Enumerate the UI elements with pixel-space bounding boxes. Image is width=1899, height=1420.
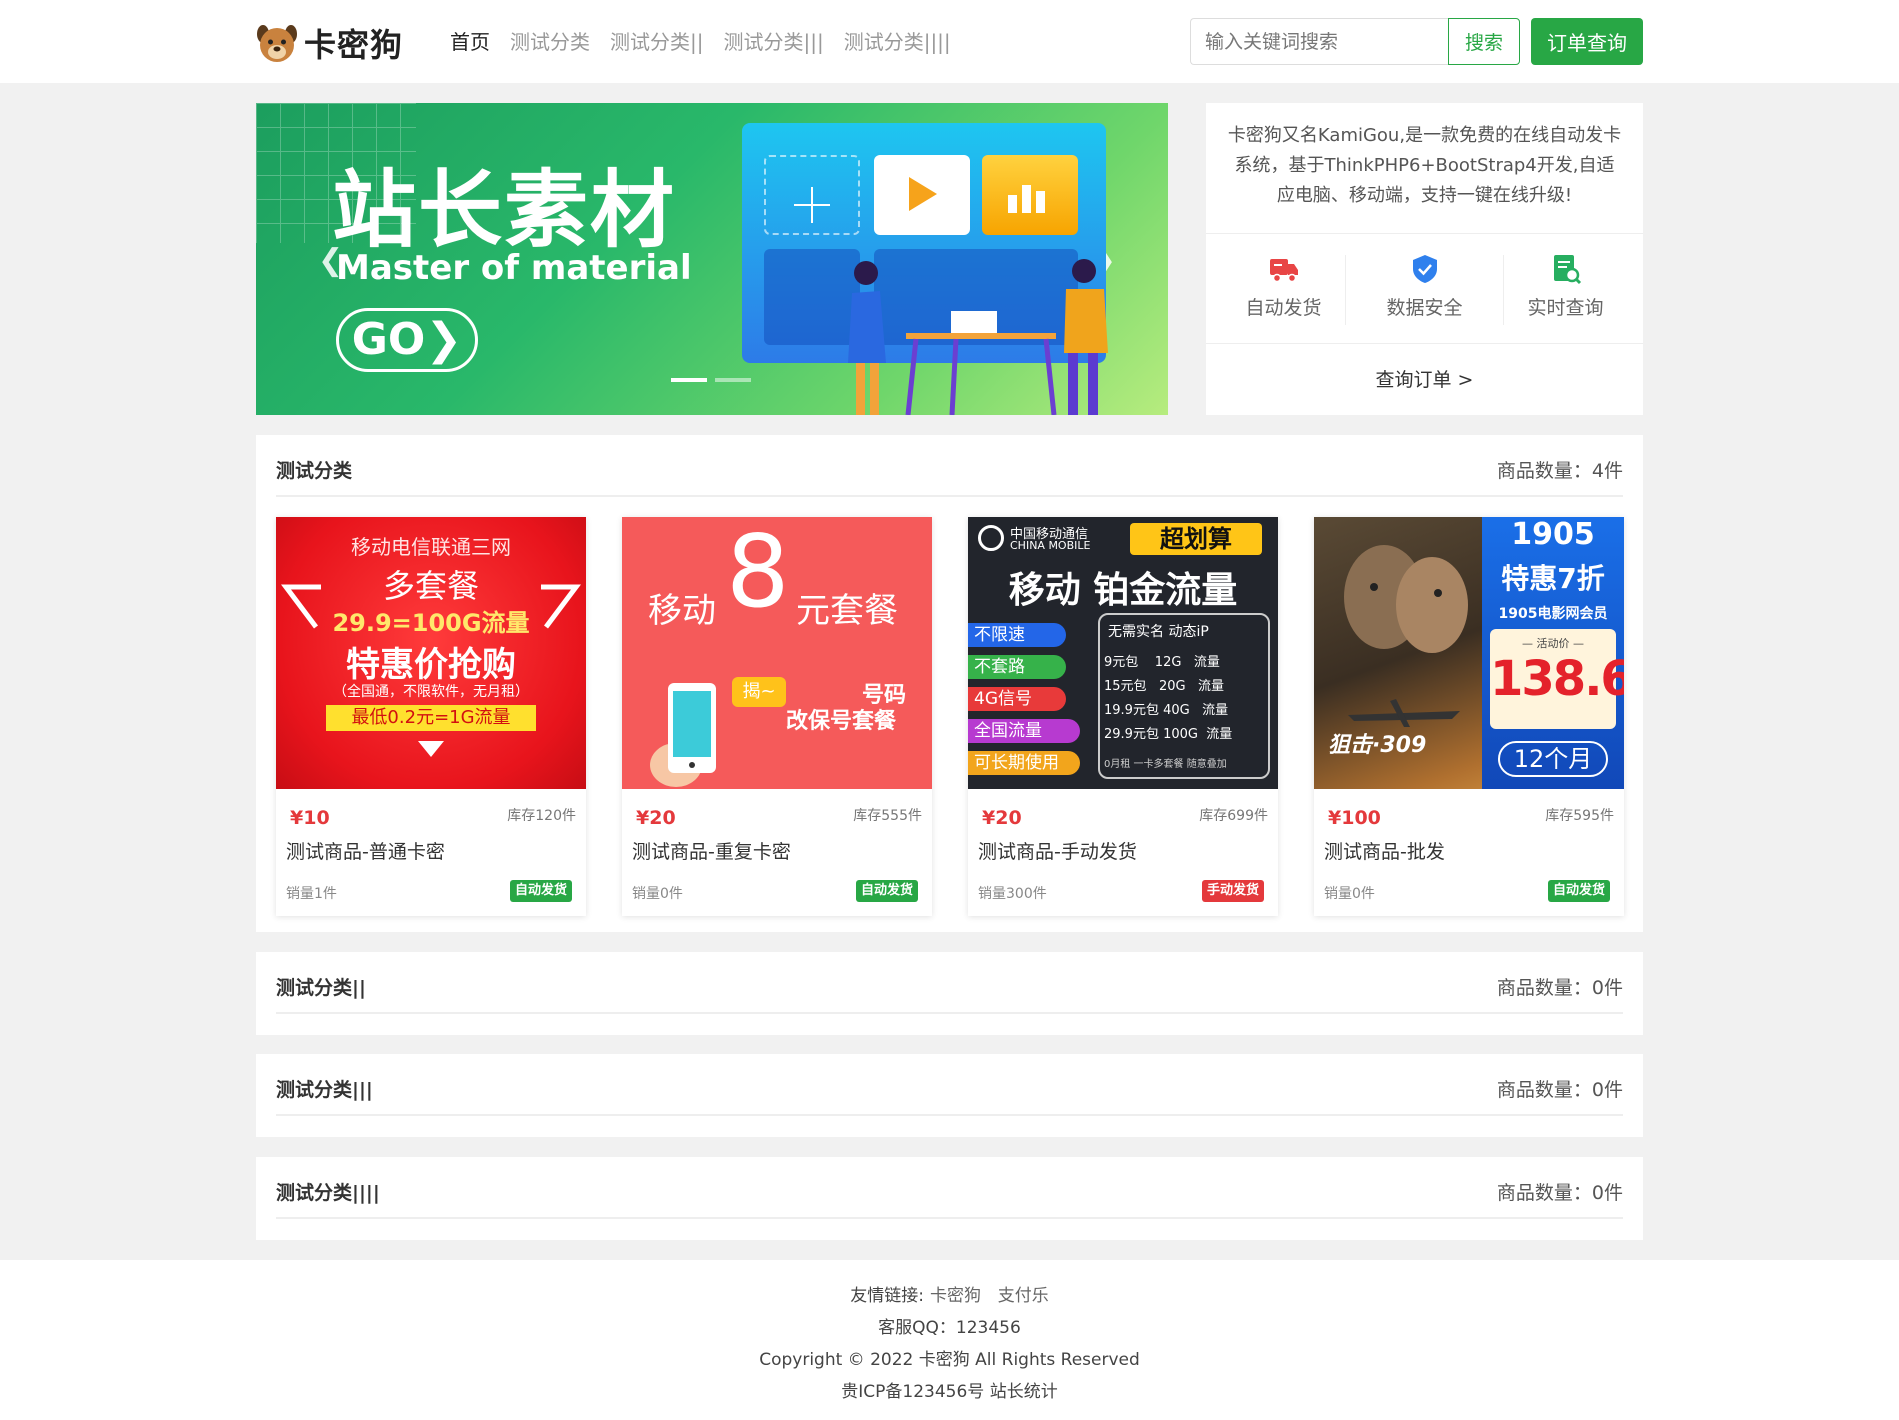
truck-icon [1268, 253, 1300, 285]
search-button[interactable]: 搜索 [1448, 18, 1520, 65]
footer-icp[interactable]: 贵ICP备123456号 站长统计 [0, 1377, 1899, 1402]
nav-item-category-1[interactable]: 测试分类 [510, 28, 590, 56]
section-product-count: 商品数量：0件 [1496, 1182, 1623, 1204]
footer-qq: 客服QQ：123456 [878, 1318, 1021, 1338]
banner-carousel[interactable]: 站长素材 Master of material GO❯ ❮ ❯ [256, 103, 1168, 415]
top-navbar: 卡密狗 首页 测试分类 测试分类|| 测试分类||| 测试分类|||| 搜索 订… [0, 0, 1899, 83]
product-card[interactable]: 中国移动通信 CHINA MOBILE 超划算 移动 铂金流量 不限速 不套路 … [968, 517, 1278, 916]
carousel-indicator-2[interactable] [715, 378, 751, 382]
logo-text: 卡密狗 [304, 26, 404, 64]
footer-copyright: Copyright © 2022 卡密狗 All Rights Reserved [759, 1350, 1140, 1370]
product-price: ¥20 [982, 807, 1022, 829]
product-name[interactable]: 测试商品-批发 [1324, 837, 1445, 864]
nav-item-home[interactable]: 首页 [450, 28, 490, 56]
friend-links: 友情链接: 卡密狗 支付乐 [0, 1281, 1899, 1306]
section-title[interactable]: 测试分类|| [276, 973, 366, 1000]
product-sales: 销量1件 [286, 886, 337, 902]
main-nav: 首页 测试分类 测试分类|| 测试分类||| 测试分类|||| [450, 28, 971, 56]
banner-subtitle: Master of material [336, 248, 692, 288]
carousel-indicators [671, 378, 759, 382]
feature-realtime-query: 实时查询 [1493, 253, 1638, 320]
feature-auto-delivery: 自动发货 [1211, 253, 1356, 320]
delivery-badge: 手动发货 [1201, 880, 1264, 902]
product-sales: 销量0件 [1324, 886, 1375, 902]
site-description: 卡密狗又名KamiGou,是一款免费的在线自动发卡系统，基于ThinkPHP6+… [1227, 125, 1622, 206]
product-name[interactable]: 测试商品-重复卡密 [632, 837, 791, 864]
product-card[interactable]: 1905 特惠7折 1905电影网会员 — 活动价 — 138.6 12个月 狙… [1314, 517, 1624, 916]
search-form: 搜索 [1190, 18, 1520, 65]
section-product-count: 商品数量：0件 [1496, 977, 1623, 999]
section-header: 测试分类|| 商品数量：0件 [276, 952, 1623, 1014]
product-card[interactable]: 移动 8 元套餐 揭~ 号码 改保号套餐 ¥20 库存555件 测试商品-重复卡… [622, 517, 932, 916]
category-section-4: 测试分类|||| 商品数量：0件 [256, 1157, 1643, 1240]
query-order-link[interactable]: 查询订单 > [1206, 365, 1643, 392]
category-section-2: 测试分类|| 商品数量：0件 [256, 952, 1643, 1035]
feature-data-security: 数据安全 [1352, 253, 1497, 320]
product-card[interactable]: 移动电信联通三网 多套餐 29.9=100G流量 特惠价抢购 （全国通，不限软件… [276, 517, 586, 916]
order-query-button[interactable]: 订单查询 [1531, 18, 1643, 65]
divider [1206, 233, 1643, 234]
page-footer: 友情链接: 卡密狗 支付乐 客服QQ：123456 Copyright © 202… [0, 1260, 1899, 1420]
delivery-badge: 自动发货 [509, 880, 572, 902]
feature-label: 实时查询 [1527, 297, 1604, 319]
product-stock: 库存699件 [1199, 808, 1268, 824]
dog-logo-icon [256, 22, 298, 64]
product-image: 1905 特惠7折 1905电影网会员 — 活动价 — 138.6 12个月 狙… [1314, 517, 1624, 789]
section-product-count: 商品数量：0件 [1496, 1079, 1623, 1101]
product-price: ¥20 [636, 807, 676, 829]
nav-item-category-3[interactable]: 测试分类||| [723, 28, 823, 56]
friend-links-label: 友情链接: [850, 1286, 924, 1306]
nav-item-category-4[interactable]: 测试分类|||| [844, 28, 951, 56]
divider [1345, 255, 1346, 325]
banner-go-button[interactable]: GO❯ [336, 308, 478, 372]
friend-link-zhifule[interactable]: 支付乐 [998, 1286, 1049, 1306]
product-price: ¥10 [290, 807, 330, 829]
carousel-indicator-1[interactable] [671, 378, 707, 382]
section-title[interactable]: 测试分类||| [276, 1075, 373, 1102]
section-header: 测试分类||| 商品数量：0件 [276, 1054, 1623, 1116]
product-stock: 库存555件 [853, 808, 922, 824]
product-image: 移动 8 元套餐 揭~ 号码 改保号套餐 [622, 517, 932, 789]
section-title[interactable]: 测试分类|||| [276, 1178, 380, 1205]
section-header: 测试分类 商品数量：4件 [276, 435, 1623, 497]
shield-icon [1409, 253, 1441, 285]
product-image: 移动电信联通三网 多套餐 29.9=100G流量 特惠价抢购 （全国通，不限软件… [276, 517, 586, 789]
product-sales: 销量0件 [632, 886, 683, 902]
delivery-badge: 自动发货 [1547, 880, 1610, 902]
nav-item-category-2[interactable]: 测试分类|| [610, 28, 703, 56]
product-stock: 库存595件 [1545, 808, 1614, 824]
delivery-badge: 自动发货 [855, 880, 918, 902]
carousel-prev-icon[interactable]: ❮ [318, 243, 343, 278]
product-image: 中国移动通信 CHINA MOBILE 超划算 移动 铂金流量 不限速 不套路 … [968, 517, 1278, 789]
feature-label: 数据安全 [1386, 297, 1463, 319]
product-name[interactable]: 测试商品-手动发货 [978, 837, 1137, 864]
product-name[interactable]: 测试商品-普通卡密 [286, 837, 445, 864]
feature-label: 自动发货 [1245, 297, 1322, 319]
product-sales: 销量300件 [978, 886, 1047, 902]
product-stock: 库存120件 [507, 808, 576, 824]
section-header: 测试分类|||| 商品数量：0件 [276, 1157, 1623, 1219]
product-price: ¥100 [1328, 807, 1381, 829]
section-title[interactable]: 测试分类 [276, 456, 352, 483]
friend-link-kamigou[interactable]: 卡密狗 [930, 1286, 981, 1306]
site-logo[interactable]: 卡密狗 [256, 22, 403, 64]
banner-title: 站长素材 [332, 161, 677, 259]
category-section-3: 测试分类||| 商品数量：0件 [256, 1054, 1643, 1137]
site-info-panel: 卡密狗又名KamiGou,是一款免费的在线自动发卡系统，基于ThinkPHP6+… [1206, 103, 1643, 415]
divider [1206, 343, 1643, 344]
document-search-icon [1550, 253, 1582, 285]
search-input[interactable] [1190, 18, 1448, 65]
section-product-count: 商品数量：4件 [1496, 460, 1623, 482]
